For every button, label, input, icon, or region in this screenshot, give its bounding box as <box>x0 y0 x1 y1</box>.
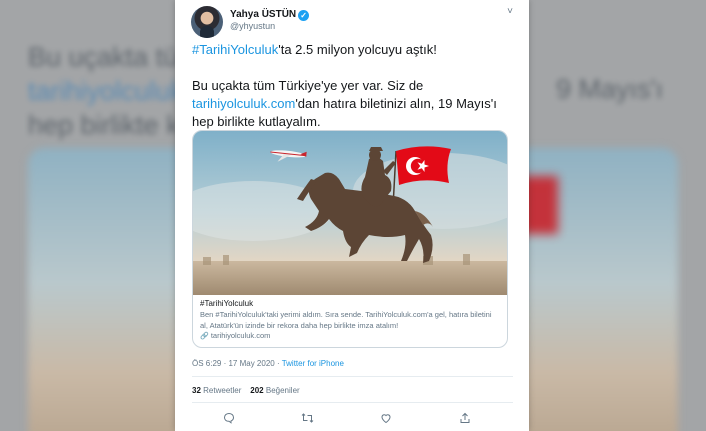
tweet-paragraph-1: #TarihiYolculuk'ta 2.5 milyon yolcuyu aş… <box>192 41 512 59</box>
background-text-right: 9 Mayıs'ı <box>556 74 664 104</box>
card-domain: 🔗 tarihiyolculuk.com <box>200 331 500 342</box>
tweet-header: Yahya ÜSTÜN ✓ @yhyustun ˅ <box>191 6 517 38</box>
statue-illustration <box>193 131 507 295</box>
author-name-text[interactable]: Yahya ÜSTÜN <box>230 9 296 20</box>
card-image[interactable] <box>193 131 507 295</box>
tweet-card: Yahya ÜSTÜN ✓ @yhyustun ˅ #TarihiYolculuk… <box>175 0 529 431</box>
avatar[interactable] <box>191 6 223 38</box>
link-icon: 🔗 <box>200 333 209 340</box>
link-preview-card[interactable]: #TarihiYolculuk Ben #TarihiYolculuk'taki… <box>192 130 508 348</box>
likes-label: Beğeniler <box>265 386 300 395</box>
divider <box>192 376 513 377</box>
timestamp-text[interactable]: ÖS 6:29 · 17 May 2020 · <box>192 359 280 368</box>
card-description: Ben #TarihiYolculuk'taki yerimi aldım. S… <box>200 310 492 330</box>
tweet-stats: 32 Retweetler 202 Beğeniler <box>192 386 300 395</box>
verified-badge-icon: ✓ <box>298 10 310 21</box>
share-icon[interactable] <box>458 411 472 425</box>
retweets-label: Retweetler <box>203 386 242 395</box>
tweet-text-line2: Bu uçakta tüm Türkiye'ye yer var. Siz de <box>192 78 424 93</box>
hashtag-link[interactable]: #TarihiYolculuk <box>192 42 278 57</box>
turkish-flag-icon <box>396 146 451 185</box>
like-heart-icon[interactable] <box>379 411 393 425</box>
card-domain-text: tarihiyolculuk.com <box>210 331 271 340</box>
retweet-icon[interactable] <box>301 411 315 425</box>
retweets-stat[interactable]: 32 Retweetler <box>192 386 241 395</box>
chevron-down-icon[interactable]: ˅ <box>507 6 513 17</box>
tweet-timestamp: ÖS 6:29 · 17 May 2020 · Twitter for iPho… <box>192 359 344 368</box>
card-title: #TarihiYolculuk <box>200 299 254 308</box>
likes-stat[interactable]: 202 Beğeniler <box>250 386 299 395</box>
retweets-count: 32 <box>192 386 201 395</box>
tweet-paragraph-2: Bu uçakta tüm Türkiye'ye yer var. Siz de… <box>192 77 512 131</box>
reply-icon[interactable] <box>222 411 236 425</box>
tweet-actions <box>222 411 472 425</box>
card-meta: #TarihiYolculuk Ben #TarihiYolculuk'taki… <box>193 295 507 342</box>
author-name[interactable]: Yahya ÜSTÜN ✓ <box>230 9 310 21</box>
divider <box>192 402 513 403</box>
author-handle[interactable]: @yhyustun <box>230 21 275 31</box>
tweet-text-line1: 'ta 2.5 milyon yolcuyu aştık! <box>278 42 437 57</box>
website-link[interactable]: tarihiyolculuk.com <box>192 96 295 111</box>
likes-count: 202 <box>250 386 264 395</box>
tweet-source-link[interactable]: Twitter for iPhone <box>282 359 344 368</box>
